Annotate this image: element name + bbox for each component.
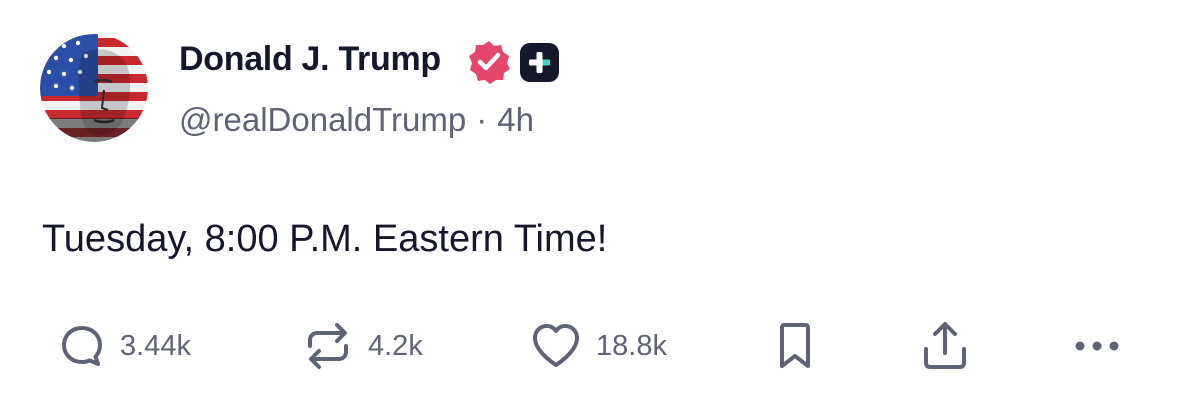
like-count: 18.8k [596, 329, 667, 362]
verified-badge-icon [466, 39, 512, 85]
author-handle[interactable]: @realDonaldTrump [179, 101, 466, 138]
action-bar: 3.44k 4.2k 18.8k [0, 318, 1179, 378]
more-options-button[interactable] [1072, 318, 1122, 374]
share-button[interactable] [918, 318, 972, 374]
author-avatar[interactable] [40, 34, 148, 142]
like-button[interactable]: 18.8k [530, 318, 667, 374]
avatar-image [40, 34, 148, 142]
truth-plus-badge-icon [520, 43, 559, 82]
share-icon [918, 319, 972, 373]
post-text: Tuesday, 8:00 P.M. Eastern Time! [42, 218, 608, 260]
retruth-button[interactable]: 4.2k [302, 318, 423, 374]
reply-count: 3.44k [120, 329, 191, 362]
reply-button[interactable]: 3.44k [58, 318, 191, 374]
author-meta: @realDonaldTrump · 4h [179, 101, 534, 139]
more-icon [1072, 336, 1122, 356]
retruth-icon [302, 320, 354, 372]
bookmark-button[interactable] [775, 318, 815, 374]
author-display-name[interactable]: Donald J. Trump [179, 40, 441, 79]
heart-icon [530, 322, 582, 370]
meta-separator: · [476, 101, 488, 138]
bookmark-icon [775, 321, 815, 371]
post-timestamp[interactable]: 4h [497, 101, 534, 138]
retruth-count: 4.2k [368, 329, 423, 362]
reply-icon [58, 322, 106, 370]
truth-post: Donald J. Trump @realDonaldTrump · 4h Tues… [0, 0, 1179, 413]
